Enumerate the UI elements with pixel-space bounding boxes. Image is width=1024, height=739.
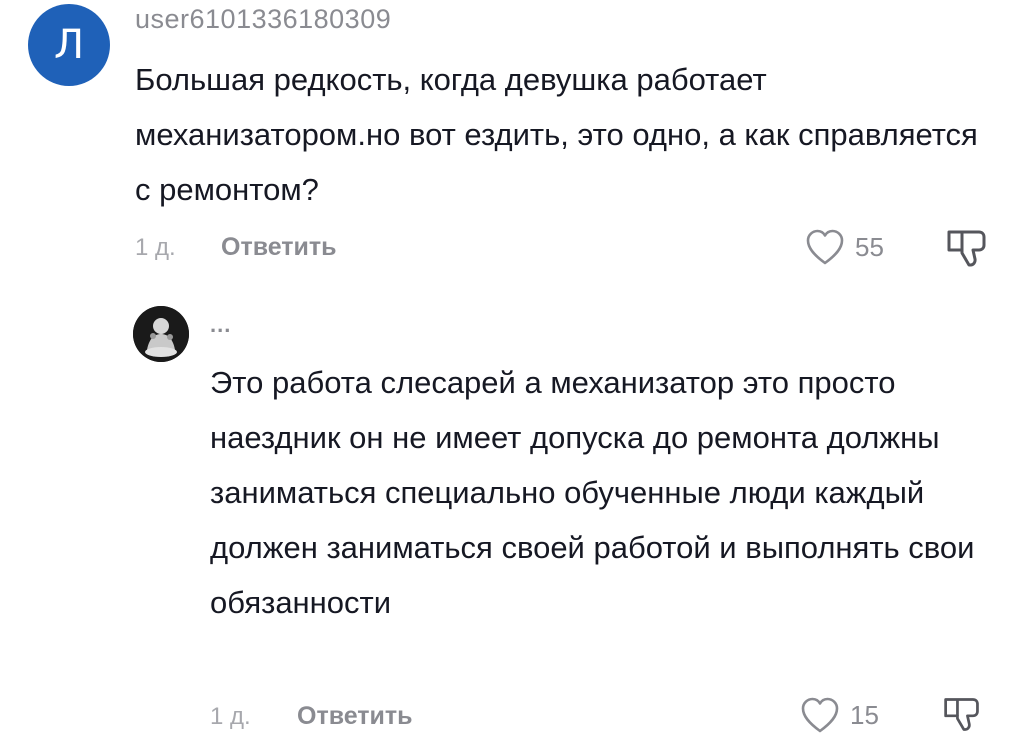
comment-text: Большая редкость, когда девушка работает… [135, 62, 978, 207]
like-count: 15 [850, 699, 879, 730]
comment-text: Это работа слесарей а механизатор это пр… [210, 365, 975, 620]
avatar-letter: Л [53, 22, 85, 68]
thumbs-down-icon [944, 698, 979, 731]
avatar[interactable]: Л [28, 4, 110, 86]
heart-outline-icon [801, 697, 839, 733]
avatar[interactable] [133, 306, 189, 362]
like-count: 55 [855, 231, 884, 262]
comment-timestamp: 1 д. [210, 703, 251, 730]
like-button[interactable]: 15 [800, 696, 879, 734]
reply-button[interactable]: Ответить [221, 233, 337, 262]
comment-username[interactable]: user6101336180309 [135, 4, 391, 35]
comment-timestamp: 1 д. [135, 234, 176, 261]
avatar-photo-icon [133, 306, 189, 362]
thumbs-down-icon [947, 230, 986, 267]
heart-outline-icon [806, 229, 844, 265]
comment-username[interactable]: ... [210, 312, 231, 338]
dislike-button[interactable] [940, 694, 984, 739]
like-button[interactable]: 55 [805, 228, 884, 266]
dislike-button[interactable] [945, 226, 989, 275]
reply-button[interactable]: Ответить [297, 702, 413, 731]
